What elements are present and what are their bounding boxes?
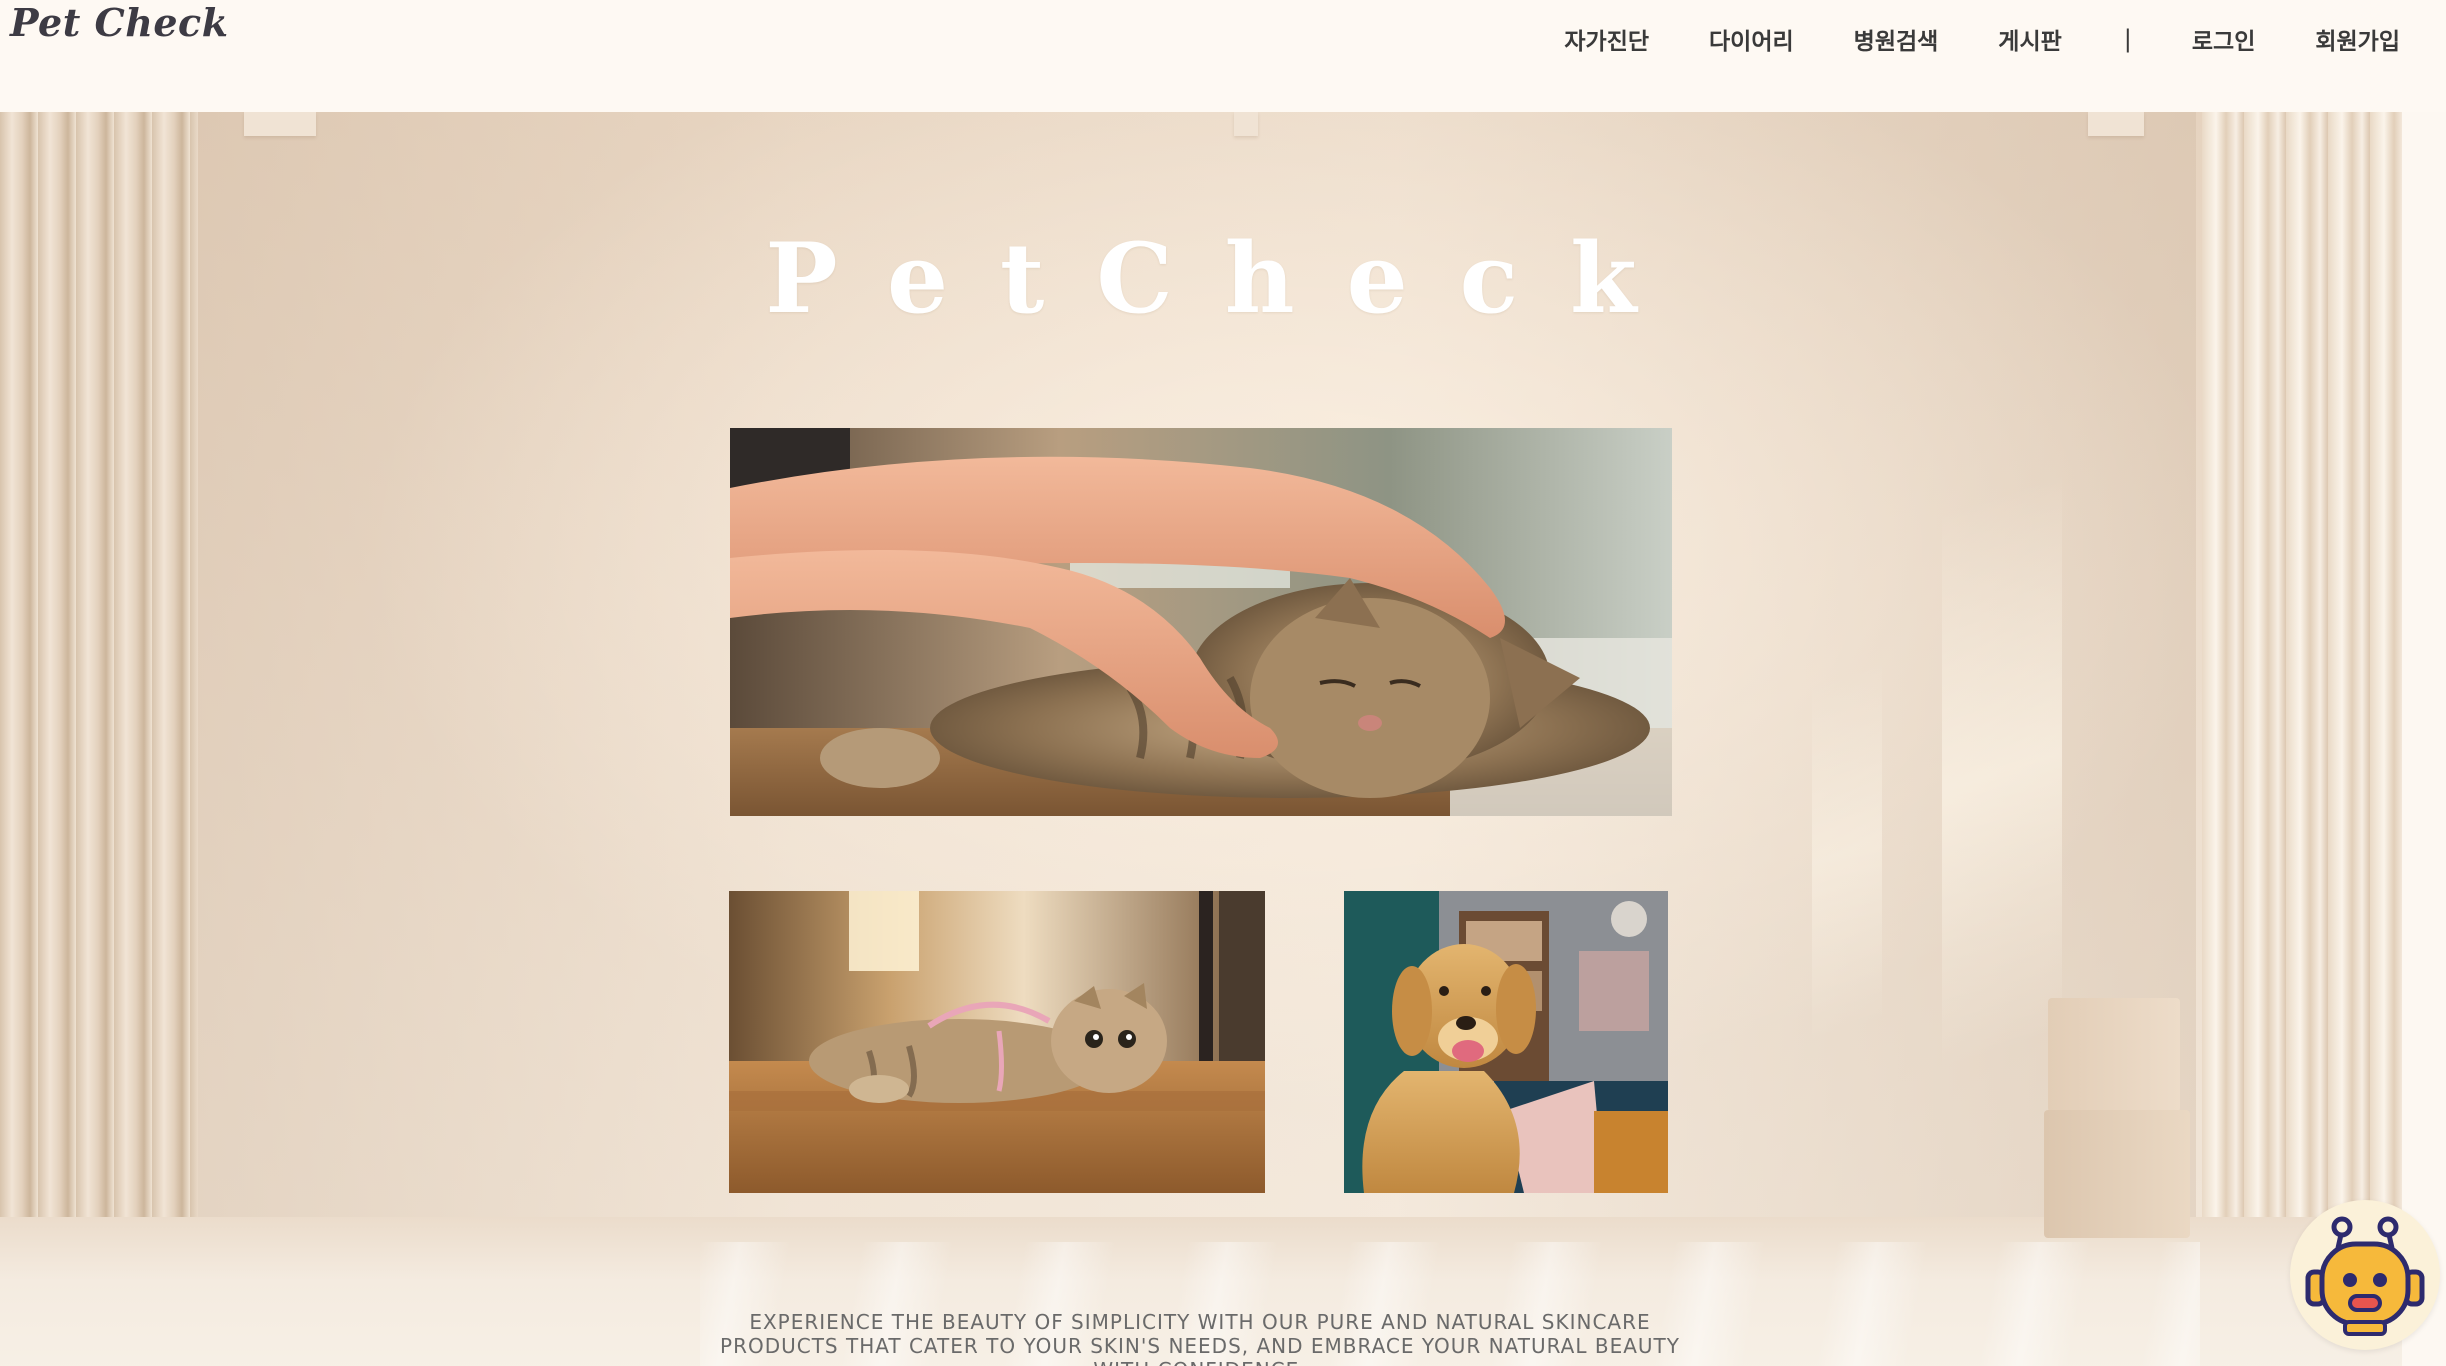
hero-section: PetCheck EXPERIENCE THE BEAUTY OF SIMPLI… xyxy=(0,112,2402,1366)
site-logo[interactable]: Pet Check xyxy=(10,0,229,45)
nav-signup[interactable]: 회원가입 xyxy=(2315,22,2400,56)
nav-board[interactable]: 게시판 xyxy=(1998,22,2061,56)
ceiling-bracket xyxy=(1234,112,1258,136)
chatbot-button[interactable] xyxy=(2290,1200,2440,1350)
sunbeam xyxy=(1942,472,2062,1072)
ceiling-bracket xyxy=(2088,112,2144,136)
nav-hospital-search[interactable]: 병원검색 xyxy=(1854,22,1939,56)
scottish-fold-cat-photo xyxy=(729,891,1265,1193)
nav-login[interactable]: 로그인 xyxy=(2192,22,2255,56)
robot-chatbot-icon xyxy=(2305,1216,2425,1336)
pedestal xyxy=(2048,998,2180,1112)
hero-title: PetCheck xyxy=(765,222,1689,335)
nav-separator: | xyxy=(2123,25,2132,53)
site-header: Pet Check 자가진단 다이어리 병원검색 게시판 | 로그인 회원가입 xyxy=(0,0,2446,112)
nav-diary[interactable]: 다이어리 xyxy=(1709,22,1794,56)
ceiling-bracket xyxy=(244,112,316,136)
hand-petting-cat-photo xyxy=(730,428,1672,816)
nav-self-diagnosis[interactable]: 자가진단 xyxy=(1564,22,1649,56)
sunbeam xyxy=(1812,660,1882,1044)
main-nav: 자가진단 다이어리 병원검색 게시판 | 로그인 회원가입 xyxy=(1564,22,2400,56)
golden-retriever-photo xyxy=(1344,891,1668,1193)
hero-tagline: EXPERIENCE THE BEAUTY OF SIMPLICITY WITH… xyxy=(720,1310,1680,1366)
pedestal xyxy=(2044,1110,2190,1238)
